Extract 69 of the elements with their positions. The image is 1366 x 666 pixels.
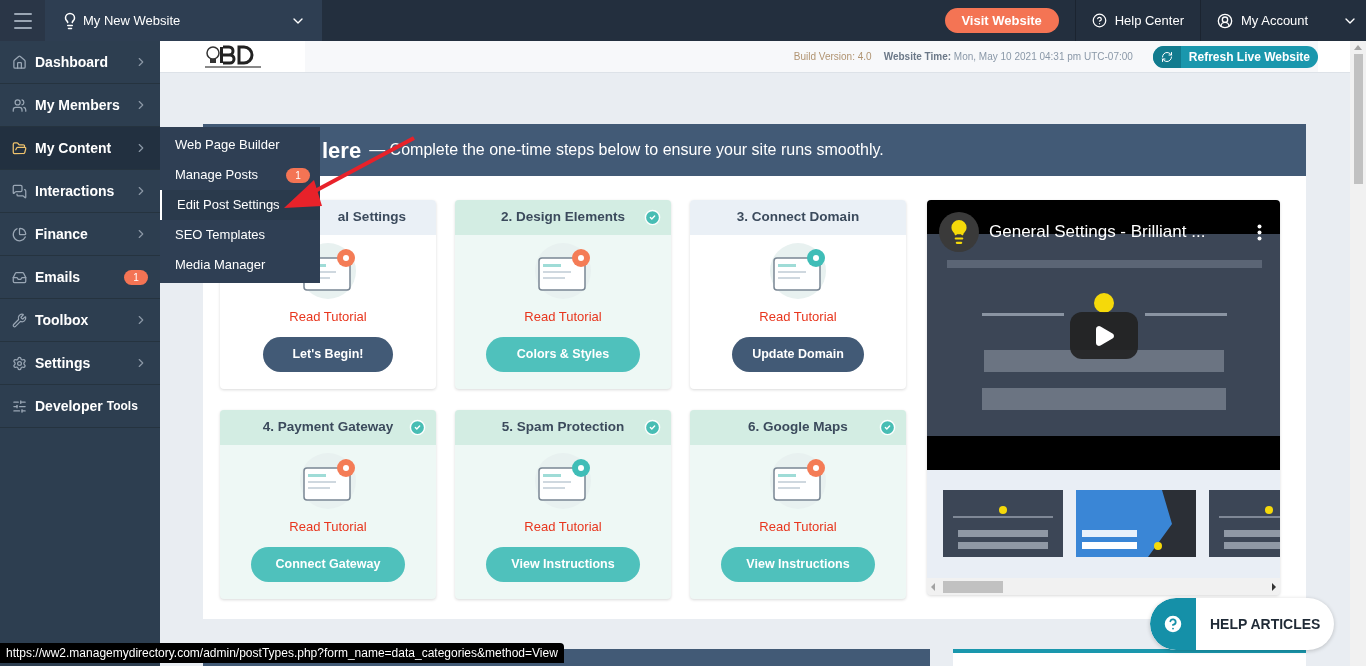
step-title: 5. Spam Protection (501, 418, 625, 437)
submenu-label: Media Manager (175, 256, 266, 275)
sidebar-label: Toolbox (35, 310, 89, 330)
step-action-button[interactable]: Let's Begin! (263, 336, 393, 372)
read-tutorial-link[interactable]: Read Tutorial (289, 517, 367, 537)
submenu-item[interactable]: Media Manager (160, 250, 320, 280)
step-title: al Settings (337, 208, 407, 227)
count-badge: 1 (124, 269, 148, 285)
website-selector[interactable]: My New Website (45, 0, 322, 41)
people-icon (12, 97, 27, 113)
submenu-item[interactable]: Manage Posts 1 (160, 160, 320, 190)
submenu-label: Edit Post Settings (177, 196, 280, 215)
scrollbar-thumb[interactable] (1353, 54, 1363, 184)
status-url: https://ww2.managemydirectory.com/admin/postTypes.php?form_name=data_categories&method=View (0, 643, 564, 663)
chat-icon (12, 183, 27, 199)
video-player[interactable]: General Settings - Brilliant ... (927, 200, 1280, 470)
build-version: Build Version: 4.0 (793, 50, 872, 64)
house-icon (12, 54, 27, 70)
website-time: Website Time: Mon, May 10 2021 04:31 pm UTC-07:00 (883, 50, 1133, 64)
folder-icon (12, 140, 27, 156)
scroll-right-icon (1272, 582, 1276, 591)
settings-icon (12, 355, 27, 371)
menu-button[interactable] (0, 0, 45, 41)
sidebar-label: Settings (35, 353, 91, 373)
read-tutorial-link[interactable]: Read Tutorial (524, 517, 602, 537)
count-badge: 1 (286, 167, 310, 183)
sidebar-label: My Content (35, 138, 112, 158)
submenu-item[interactable]: Edit Post Settings (160, 190, 320, 220)
sidebar-label: Finance (35, 224, 88, 244)
read-tutorial-link[interactable]: Read Tutorial (289, 307, 367, 327)
submenu-label: SEO Templates (175, 226, 266, 245)
page-scrollbar[interactable] (1350, 41, 1366, 666)
sidebar-label: Emails (35, 267, 81, 287)
scrollbar-thumb[interactable] (943, 580, 1003, 593)
sidebar-label-suffix: Tools (106, 398, 138, 415)
step-title: 4. Payment Gateway (262, 418, 394, 437)
video-title[interactable]: General Settings - Brilliant ... (989, 219, 1206, 245)
step-action-button[interactable]: Update Domain (732, 336, 864, 372)
sidebar-item[interactable]: My Content (0, 127, 160, 170)
wrench-icon (12, 312, 27, 328)
submenu-item[interactable]: Web Page Builder (160, 130, 320, 160)
sidebar-label: My Members (35, 95, 120, 115)
banner-text: — Complete the one-time steps below to ensure your site runs smoothly. (369, 140, 884, 160)
scroll-left-icon (931, 582, 935, 591)
read-tutorial-link[interactable]: Read Tutorial (524, 307, 602, 327)
play-button[interactable] (1070, 312, 1138, 359)
refresh-icon (1160, 50, 1173, 63)
submenu-label: Manage Posts (175, 166, 259, 185)
read-tutorial-link[interactable]: Read Tutorial (759, 307, 837, 327)
inbox-icon (12, 269, 27, 285)
sidebar-label: Dashboard (35, 52, 109, 72)
help-articles-button[interactable]: HELP ARTICLES (1150, 598, 1334, 650)
lightbulb-logo-icon (202, 43, 263, 70)
user-icon (1217, 12, 1233, 29)
step-title: 6. Google Maps (748, 418, 848, 437)
sliders-icon (12, 398, 27, 414)
step-title: 2. Design Elements (501, 208, 625, 227)
banner-heading: lere (322, 136, 362, 165)
sidebar-label: Developer (35, 396, 103, 416)
help-icon (1162, 613, 1184, 635)
more-icon (1257, 223, 1262, 241)
read-tutorial-link[interactable]: Read Tutorial (759, 517, 837, 537)
pie-chart-icon (12, 226, 27, 242)
horizontal-scrollbar[interactable] (927, 578, 1280, 595)
help-icon (1091, 13, 1107, 28)
step-title: 3. Connect Domain (736, 208, 860, 227)
submenu-item[interactable]: SEO Templates (160, 220, 320, 250)
submenu-label: Web Page Builder (175, 136, 280, 155)
sidebar-label: Interactions (35, 181, 115, 201)
